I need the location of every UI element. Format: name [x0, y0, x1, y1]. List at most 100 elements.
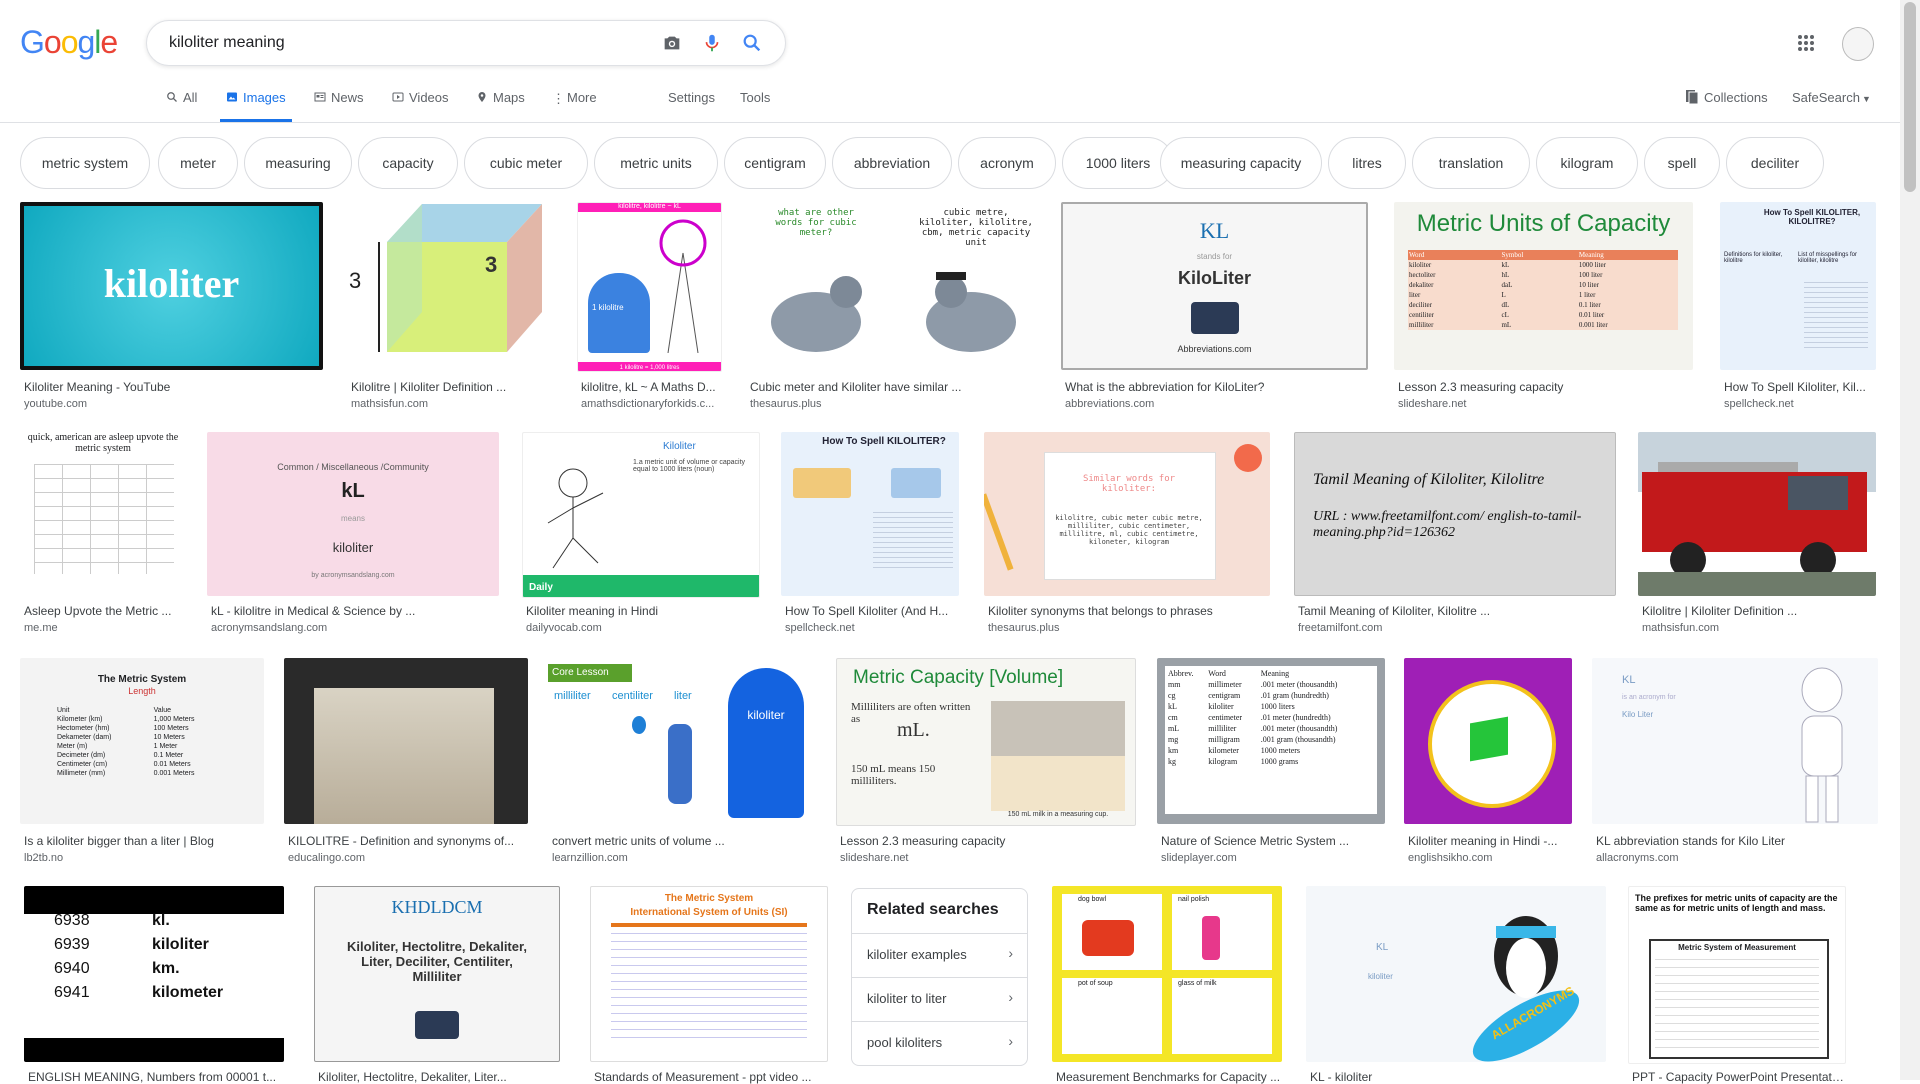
related-search-item[interactable]: kiloliter to liter ›: [852, 977, 1027, 1020]
result-title[interactable]: KILOLITRE - Definition and synonyms of..…: [288, 834, 528, 848]
tab-images[interactable]: Images: [220, 90, 292, 122]
chip[interactable]: metric units: [594, 137, 718, 189]
result-title[interactable]: Nature of Science Metric System ...: [1161, 834, 1385, 848]
result-title[interactable]: Kilolitre | Kiloliter Definition ...: [1642, 604, 1878, 618]
result-thumbnail[interactable]: [1404, 658, 1572, 824]
image-result[interactable]: The Metric System International System o…: [590, 886, 828, 1084]
result-thumbnail[interactable]: KL stands for KiloLiter Abbreviations.co…: [1061, 202, 1368, 370]
collections-link[interactable]: Collections: [1686, 90, 1768, 107]
image-result[interactable]: How To Spell KILOLITER, KILOLITRE? Defin…: [1720, 202, 1876, 414]
result-thumbnail[interactable]: [1638, 432, 1876, 596]
result-title[interactable]: Standards of Measurement - ppt video ...: [594, 1070, 826, 1084]
result-title[interactable]: KL - kiloliter: [1310, 1070, 1606, 1084]
result-thumbnail[interactable]: Core Lesson milliliter centiliter liter …: [548, 658, 816, 824]
result-thumbnail[interactable]: 6938 kl. 6939 kiloliter 6940 km. 6941 ki…: [24, 886, 284, 1062]
result-thumbnail[interactable]: KL is an acronym for Kilo Liter: [1592, 658, 1878, 824]
chip[interactable]: 1000 liters: [1062, 137, 1174, 189]
chip[interactable]: cubic meter: [464, 137, 588, 189]
result-title[interactable]: Kiloliter Meaning - YouTube: [24, 380, 324, 394]
chip[interactable]: measuring: [244, 137, 352, 189]
result-title[interactable]: KL abbreviation stands for Kilo Liter: [1596, 834, 1878, 848]
image-result[interactable]: KL stands for KiloLiter Abbreviations.co…: [1061, 202, 1368, 414]
result-title[interactable]: Lesson 2.3 measuring capacity: [840, 834, 1134, 848]
result-title[interactable]: kilolitre, kL ~ A Maths D...: [581, 380, 721, 394]
result-source[interactable]: lb2tb.no: [24, 852, 264, 864]
search-icon[interactable]: [741, 32, 763, 54]
image-result[interactable]: KHDLDCM Kiloliter, Hectolitre, Dekaliter…: [314, 886, 560, 1084]
microphone-icon[interactable]: [701, 32, 723, 54]
result-thumbnail[interactable]: The prefixes for metric units of capacit…: [1628, 886, 1846, 1064]
result-title[interactable]: Kiloliter synonyms that belongs to phras…: [988, 604, 1272, 618]
image-result[interactable]: kiloliter Kiloliter Meaning - YouTube yo…: [20, 202, 326, 414]
result-source[interactable]: mathsisfun.com: [1642, 622, 1878, 634]
result-thumbnail[interactable]: kilolitre, kilolitre ~ kL 1 kilolitre 1 …: [577, 202, 722, 372]
settings-link[interactable]: Settings: [668, 90, 715, 122]
result-source[interactable]: spellcheck.net: [785, 622, 961, 634]
chip[interactable]: meter: [158, 137, 238, 189]
result-thumbnail[interactable]: How To Spell KILOLITER?: [781, 432, 959, 596]
result-source[interactable]: englishsikho.com: [1408, 852, 1572, 864]
result-source[interactable]: slideplayer.com: [1161, 852, 1385, 864]
result-title[interactable]: Measurement Benchmarks for Capacity ...: [1056, 1070, 1282, 1084]
result-source[interactable]: thesaurus.plus: [750, 398, 1038, 410]
result-thumbnail[interactable]: kiloliter: [20, 202, 323, 370]
result-thumbnail[interactable]: KHDLDCM Kiloliter, Hectolitre, Dekaliter…: [314, 886, 560, 1062]
result-thumbnail[interactable]: [284, 658, 528, 824]
result-thumbnail[interactable]: The Metric System International System o…: [590, 886, 828, 1062]
result-title[interactable]: Asleep Upvote the Metric ...: [24, 604, 184, 618]
result-thumbnail[interactable]: 3 3: [347, 202, 553, 370]
image-result[interactable]: quick, american are asleep upvote the me…: [20, 432, 186, 642]
result-title[interactable]: Tamil Meaning of Kiloliter, Kilolitre ..…: [1298, 604, 1616, 618]
result-source[interactable]: amathsdictionaryforkids.c...: [581, 398, 721, 410]
result-source[interactable]: me.me: [24, 622, 184, 634]
result-title[interactable]: Kilolitre | Kiloliter Definition ...: [351, 380, 551, 394]
result-thumbnail[interactable]: Common / Miscellaneous /Community kL mea…: [207, 432, 499, 596]
result-title[interactable]: Is a kiloliter bigger than a liter | Blo…: [24, 834, 264, 848]
image-result[interactable]: Kiloliter meaning in Hindi -... englishs…: [1404, 658, 1572, 870]
vertical-scrollbar[interactable]: [1900, 0, 1920, 1080]
result-title[interactable]: ENGLISH MEANING, Numbers from 00001 t...: [28, 1070, 284, 1084]
image-result[interactable]: How To Spell KILOLITER? How To Spell Kil…: [781, 432, 961, 642]
result-thumbnail[interactable]: KL kiloliter ALLACRONYMS: [1306, 886, 1606, 1062]
result-title[interactable]: How To Spell Kiloliter (And H...: [785, 604, 961, 618]
result-thumbnail[interactable]: The Metric System Length Unit Value Kilom…: [20, 658, 264, 824]
search-input[interactable]: [167, 30, 651, 56]
result-source[interactable]: slideshare.net: [840, 852, 1134, 864]
result-thumbnail[interactable]: How To Spell KILOLITER, KILOLITRE? Defin…: [1720, 202, 1876, 370]
result-title[interactable]: What is the abbreviation for KiloLiter?: [1065, 380, 1365, 394]
camera-icon[interactable]: [661, 32, 683, 54]
result-source[interactable]: abbreviations.com: [1065, 398, 1365, 410]
chip[interactable]: deciliter: [1726, 137, 1824, 189]
result-title[interactable]: PPT - Capacity PowerPoint Presentation .…: [1632, 1070, 1844, 1084]
chip[interactable]: litres: [1328, 137, 1406, 189]
chip[interactable]: measuring capacity: [1160, 137, 1322, 189]
result-source[interactable]: acronymsandslang.com: [211, 622, 499, 634]
chip[interactable]: kilogram: [1536, 137, 1638, 189]
tab-more[interactable]: ⋮ More: [552, 90, 597, 122]
result-source[interactable]: dailyvocab.com: [526, 622, 758, 634]
result-source[interactable]: educalingo.com: [288, 852, 528, 864]
image-result[interactable]: Similar words for kiloliter: kilolitre, …: [984, 432, 1272, 642]
result-title[interactable]: How To Spell Kiloliter, Kil...: [1724, 380, 1876, 394]
result-thumbnail[interactable]: quick, american are asleep upvote the me…: [20, 432, 186, 596]
tab-all[interactable]: All: [166, 90, 197, 122]
result-source[interactable]: allacronyms.com: [1596, 852, 1878, 864]
image-result[interactable]: Metric Capacity [Volume] Milliliters are…: [836, 658, 1136, 870]
result-source[interactable]: mathsisfun.com: [351, 398, 551, 410]
result-title[interactable]: Lesson 2.3 measuring capacity: [1398, 380, 1694, 394]
image-result[interactable]: Kiloliter 1.a metric unit of volume or c…: [522, 432, 760, 642]
chip[interactable]: spell: [1644, 137, 1720, 189]
image-result[interactable]: Common / Miscellaneous /Community kL mea…: [207, 432, 499, 642]
chip[interactable]: centigram: [724, 137, 826, 189]
image-result[interactable]: The prefixes for metric units of capacit…: [1628, 886, 1846, 1084]
tab-videos[interactable]: Videos: [392, 90, 449, 122]
result-thumbnail[interactable]: Tamil Meaning of Kiloliter, Kilolitre UR…: [1294, 432, 1616, 596]
result-source[interactable]: learnzillion.com: [552, 852, 816, 864]
result-title[interactable]: Kiloliter, Hectolitre, Dekaliter, Liter.…: [318, 1070, 558, 1084]
chip[interactable]: translation: [1412, 137, 1530, 189]
image-result[interactable]: KL kiloliter ALLACRONYMS KL - kiloliter: [1306, 886, 1608, 1084]
result-thumbnail[interactable]: dog bowl nail polish pot of soup glass o…: [1052, 886, 1282, 1062]
result-title[interactable]: Kiloliter meaning in Hindi: [526, 604, 758, 618]
apps-grid-icon[interactable]: [1797, 34, 1815, 52]
tab-news[interactable]: News: [314, 90, 364, 122]
